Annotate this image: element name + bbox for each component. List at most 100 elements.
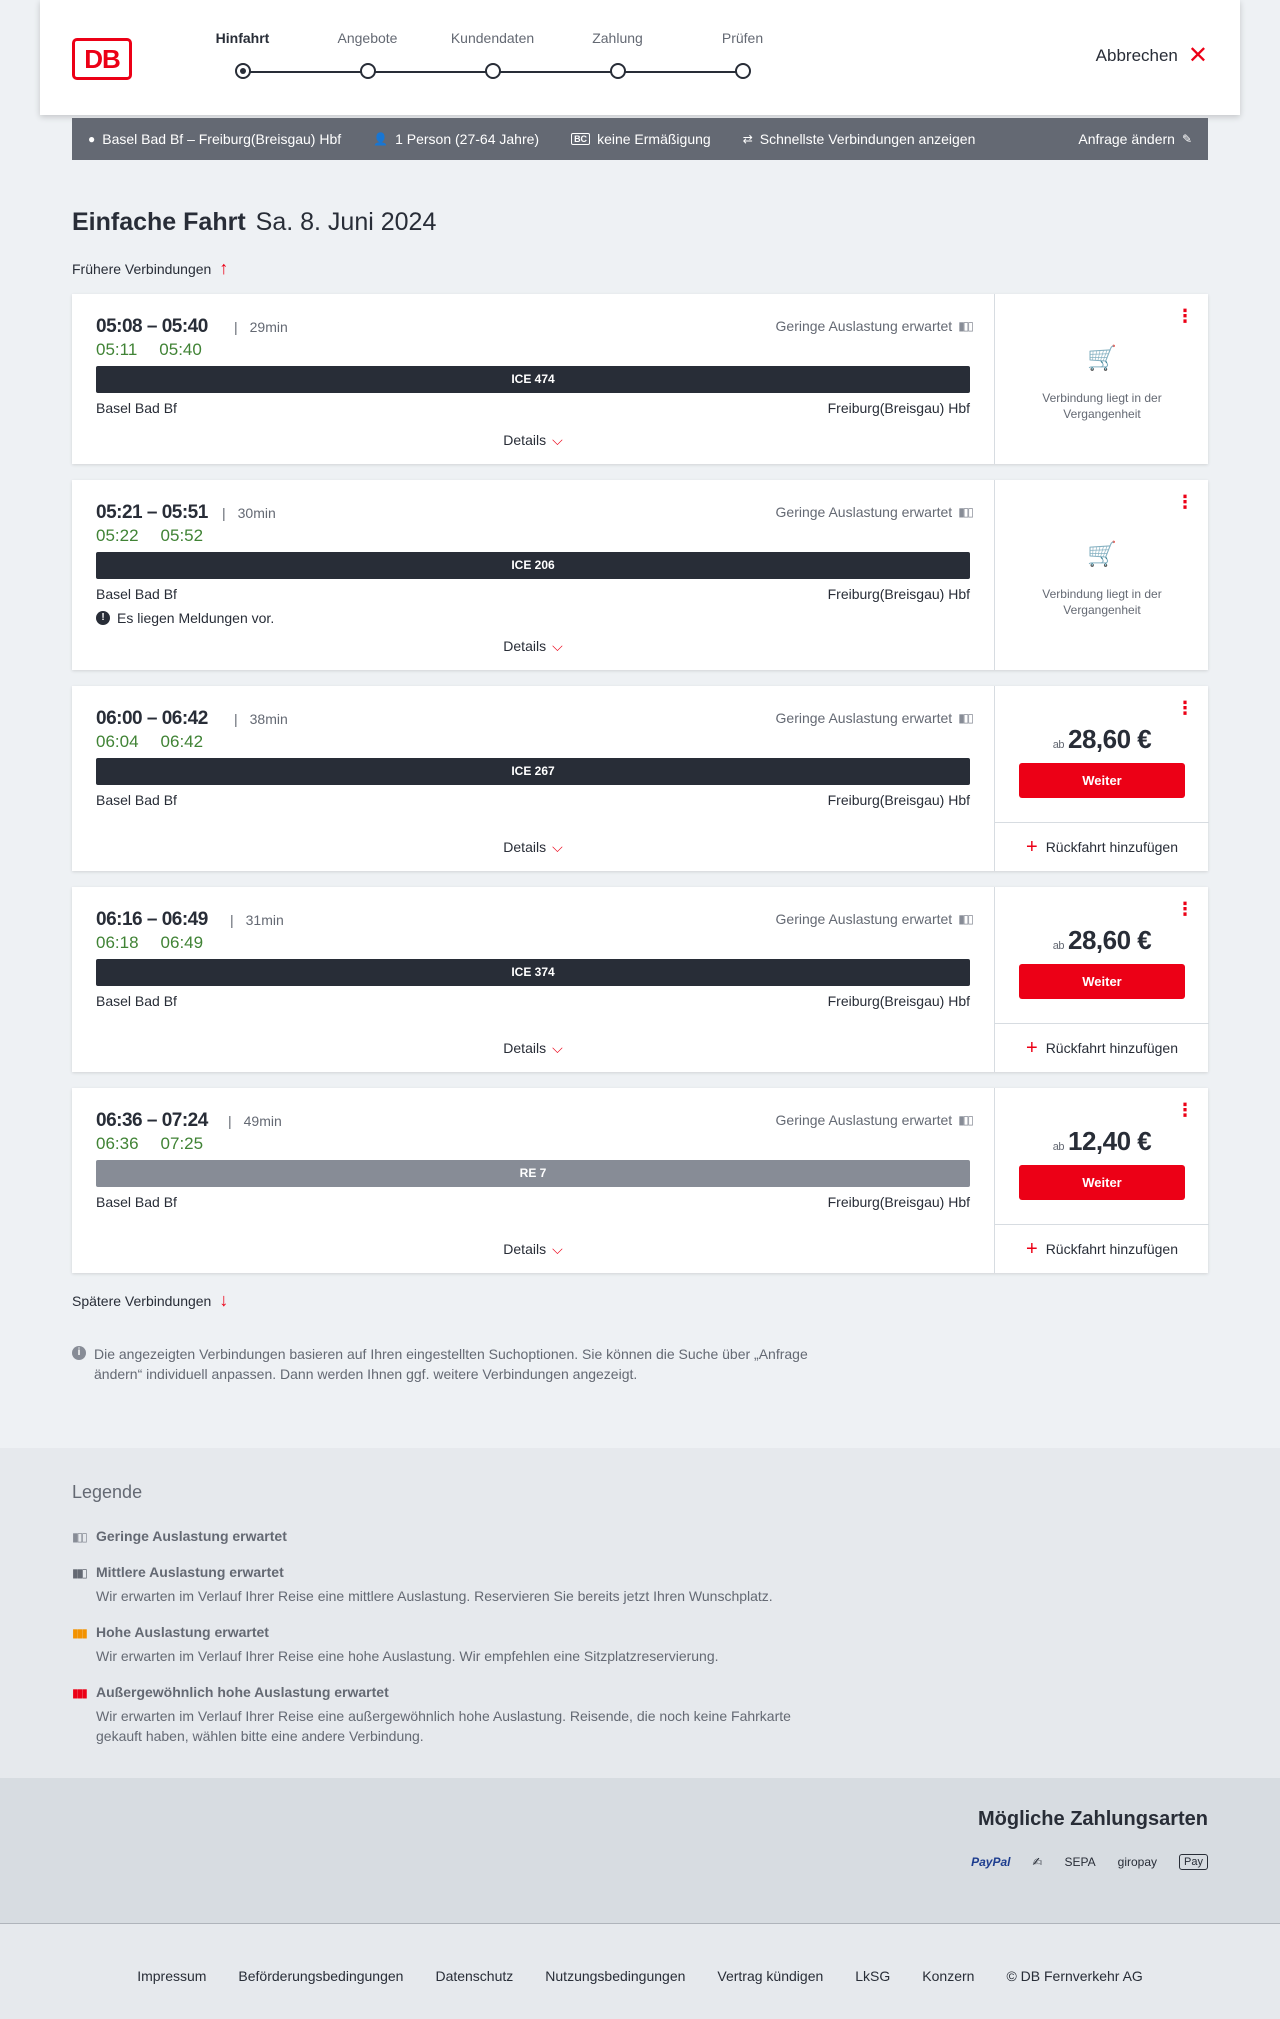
- connection-card: 06:16 – 06:49 31min 06:18 06:49 Geringe A…: [72, 887, 1209, 1072]
- add-return-button[interactable]: + Rückfahrt hinzufügen: [995, 822, 1209, 870]
- train-bar: ICE 267: [96, 758, 970, 785]
- occupancy-text: Geringe Auslastung erwartet: [775, 911, 953, 927]
- step-label: Prüfen: [721, 30, 764, 46]
- page-title: Einfache Fahrt Sa. 8. Juni 2024: [72, 208, 436, 237]
- footer-link-lksg[interactable]: LkSG: [855, 1968, 890, 1984]
- plus-icon: +: [1026, 1237, 1038, 1260]
- occupancy-low-icon: ▮▯▯: [958, 711, 974, 725]
- chevron-down-icon: ⌵: [552, 1040, 563, 1056]
- train-bar: ICE 374: [96, 959, 970, 986]
- details-toggle[interactable]: Details ⌵: [72, 1040, 994, 1057]
- cancel-button[interactable]: Abbrechen ✕: [1096, 44, 1208, 68]
- location-pin-icon: ●: [88, 132, 96, 146]
- realtime-arrival: 05:40: [159, 340, 202, 359]
- details-toggle[interactable]: Details ⌵: [72, 1241, 994, 1258]
- db-logo[interactable]: DB: [72, 38, 132, 80]
- planned-times: 05:21 – 05:51: [96, 502, 208, 523]
- arrow-down-icon: ↓: [219, 1290, 229, 1310]
- more-options-icon[interactable]: ⋮: [1176, 493, 1194, 511]
- traveller-text: 1 Person (27-64 Jahre): [395, 131, 540, 147]
- departure-station: Basel Bad Bf: [96, 993, 177, 1009]
- footer-link-konzern[interactable]: Konzern: [922, 1968, 974, 1984]
- footer-link-nutzungsbedingungen[interactable]: Nutzungsbedingungen: [545, 1968, 685, 1984]
- giropay-logo: giropay: [1117, 1855, 1158, 1869]
- more-options-icon[interactable]: ⋮: [1176, 699, 1194, 717]
- change-request-button[interactable]: Anfrage ändern ✎: [1078, 131, 1192, 147]
- add-return-button[interactable]: + Rückfahrt hinzufügen: [995, 1023, 1209, 1071]
- legend-item-title: Mittlere Auslastung erwartet: [96, 1564, 284, 1580]
- details-label: Details: [503, 638, 547, 654]
- connection-main[interactable]: 05:08 – 05:40 29min 05:11 05:40 Geringe A…: [72, 294, 994, 464]
- footer-copyright: © DB Fernverkehr AG: [1006, 1968, 1143, 1984]
- planned-times: 05:08 – 05:40: [96, 316, 208, 337]
- departure-station: Basel Bad Bf: [96, 792, 177, 808]
- earlier-connections-link[interactable]: Frühere Verbindungen ↑: [72, 258, 228, 279]
- later-label: Spätere Verbindungen: [72, 1292, 212, 1309]
- occupancy-low-icon: ▮▯▯: [958, 1113, 974, 1127]
- connection-main[interactable]: 06:16 – 06:49 31min 06:18 06:49 Geringe A…: [72, 887, 994, 1072]
- occupancy-info: Geringe Auslastung erwartet ▮▯▯: [776, 318, 974, 334]
- duration: 38min: [234, 711, 288, 727]
- occupancy-low-icon: ▮▯▯: [958, 505, 974, 519]
- paypal-logo: PayPal: [971, 1855, 1011, 1869]
- occupancy-info: Geringe Auslastung erwartet ▮▯▯: [776, 504, 974, 520]
- add-return-button[interactable]: + Rückfahrt hinzufügen: [995, 1224, 1209, 1272]
- fastest-info: ⇄ Schnellste Verbindungen anzeigen: [743, 131, 976, 147]
- continue-button[interactable]: Weiter: [1019, 964, 1185, 999]
- departure-station: Basel Bad Bf: [96, 586, 177, 602]
- details-toggle[interactable]: Details ⌵: [72, 432, 994, 449]
- realtime-times: 06:36 07:25: [96, 1134, 203, 1154]
- route-text: Basel Bad Bf – Freiburg(Breisgau) Hbf: [102, 131, 342, 147]
- bahncard-icon: BC: [571, 133, 591, 145]
- more-options-icon[interactable]: ⋮: [1176, 1101, 1194, 1119]
- footer-link-datenschutz[interactable]: Datenschutz: [435, 1968, 513, 1984]
- add-return-label: Rückfahrt hinzufügen: [1045, 838, 1178, 855]
- chevron-down-icon: ⌵: [552, 638, 563, 654]
- card-payment-icon: ✍: [1032, 1855, 1043, 1869]
- details-toggle[interactable]: Details ⌵: [72, 839, 994, 856]
- price: ab 12,40 €: [995, 1126, 1209, 1157]
- footer-link-befoerderungsbedingungen[interactable]: Beförderungsbedingungen: [238, 1968, 403, 1984]
- step-zahlung: Zahlung: [555, 30, 680, 79]
- connection-main[interactable]: 05:21 – 05:51 30min 05:22 05:52 Geringe A…: [72, 480, 994, 670]
- connection-offer-panel: ⋮ ab 28,60 € Weiter + Rückfahrt hinzufügen: [994, 686, 1209, 871]
- details-label: Details: [503, 839, 547, 855]
- occupancy-high-icon: ▮▮▮: [72, 1626, 88, 1640]
- apple-pay-label: Pay: [1184, 1856, 1203, 1868]
- legend-item-description: Wir erwarten im Verlauf Ihrer Reise eine…: [96, 1708, 791, 1744]
- step-dot: [735, 63, 751, 79]
- planned-times: 06:16 – 06:49: [96, 909, 208, 930]
- notice-message[interactable]: ! Es liegen Meldungen vor.: [96, 610, 274, 626]
- apple-pay-logo: Pay: [1179, 1854, 1208, 1870]
- past-connection-text: Verbindung liegt in der Vergangenheit: [1042, 391, 1162, 421]
- step-dot: [485, 63, 501, 79]
- train-bar: RE 7: [96, 1160, 970, 1187]
- train-bar: ICE 206: [96, 552, 970, 579]
- fastest-text: Schnellste Verbindungen anzeigen: [759, 131, 976, 147]
- progress-steps: Hinfahrt Angebote Kundendaten Zahlung Pr…: [180, 30, 810, 90]
- more-options-icon[interactable]: ⋮: [1176, 307, 1194, 325]
- connection-main[interactable]: 06:00 – 06:42 38min 06:04 06:42 Geringe A…: [72, 686, 994, 871]
- planned-times: 06:00 – 06:42: [96, 708, 208, 729]
- departure-station: Basel Bad Bf: [96, 400, 177, 416]
- realtime-arrival: 07:25: [160, 1134, 204, 1153]
- later-connections-link[interactable]: Spätere Verbindungen ↓: [72, 1290, 228, 1311]
- step-dot: [235, 63, 251, 79]
- trip-date: Sa. 8. Juni 2024: [255, 208, 437, 236]
- continue-button[interactable]: Weiter: [1019, 763, 1185, 798]
- continue-button[interactable]: Weiter: [1019, 1165, 1185, 1200]
- footer-link-impressum[interactable]: Impressum: [137, 1968, 206, 1984]
- realtime-times: 05:22 05:52: [96, 526, 203, 546]
- connection-main[interactable]: 06:36 – 07:24 49min 06:36 07:25 Geringe A…: [72, 1088, 994, 1273]
- add-return-label: Rückfahrt hinzufügen: [1045, 1039, 1178, 1056]
- legend-item-title: Hohe Auslastung erwartet: [96, 1624, 269, 1640]
- chevron-down-icon: ⌵: [552, 1241, 563, 1257]
- more-options-icon[interactable]: ⋮: [1176, 900, 1194, 918]
- search-info: i Die angezeigten Verbindungen basieren a…: [72, 1344, 852, 1384]
- footer-link-vertrag-kuendigen[interactable]: Vertrag kündigen: [717, 1968, 823, 1984]
- past-connection-text: Verbindung liegt in der Vergangenheit: [1042, 587, 1162, 617]
- header: DB Hinfahrt Angebote Kundendaten Zahlung…: [40, 0, 1240, 115]
- connection-offer-panel: ⋮ 🛒 Verbindung liegt in der Vergangenhei…: [994, 294, 1208, 464]
- connection-offer-panel: ⋮ ab 28,60 € Weiter + Rückfahrt hinzufügen: [994, 887, 1209, 1072]
- details-toggle[interactable]: Details ⌵: [72, 638, 994, 655]
